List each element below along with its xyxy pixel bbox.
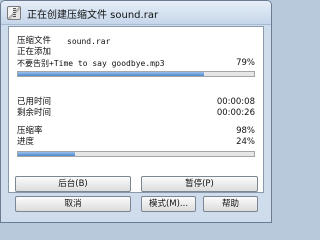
current-file-row: 不要告别+Time to say goodbye.mp3 79% <box>17 58 255 69</box>
archive-name: sound.rar <box>67 37 111 46</box>
overall-label: 进度 <box>17 137 35 147</box>
title-bar[interactable]: 正在创建压缩文件 sound.rar <box>1 1 271 25</box>
current-file-name: 不要告别+Time to say goodbye.mp3 <box>17 59 165 68</box>
elapsed-value: 00:00:08 <box>216 97 255 107</box>
remaining-label: 剩余时间 <box>17 108 52 118</box>
ratio-label: 压缩率 <box>17 126 43 136</box>
window-title: 正在创建压缩文件 sound.rar <box>27 10 159 21</box>
mode-button[interactable]: 模式(M)... <box>141 196 196 212</box>
cancel-button[interactable]: 取消 <box>15 196 131 212</box>
overall-row: 进度 24% <box>17 137 255 148</box>
archive-label: 压缩文件 <box>17 36 52 46</box>
adding-status: 正在添加 <box>17 47 52 57</box>
overall-percent: 24% <box>236 137 255 147</box>
background-button[interactable]: 后台(B) <box>15 176 131 192</box>
ratio-row: 压缩率 98% <box>17 126 255 137</box>
current-file-percent: 79% <box>236 58 255 68</box>
help-button[interactable]: 帮助 <box>203 196 258 212</box>
archive-row: 压缩文件 sound.rar <box>17 36 255 47</box>
progress-panel: 压缩文件 sound.rar 正在添加 不要告别+Time to say goo… <box>8 26 264 193</box>
dialog-window: 正在创建压缩文件 sound.rar 压缩文件 sound.rar 正在添加 不… <box>0 0 272 223</box>
current-file-progress-fill <box>18 72 205 76</box>
current-file-progress-bar <box>17 71 255 77</box>
pause-button[interactable]: 暂停(P) <box>141 176 258 192</box>
ratio-value: 98% <box>236 126 255 136</box>
elapsed-row: 已用时间 00:00:08 <box>17 97 255 108</box>
status-row: 正在添加 <box>17 47 255 58</box>
winrar-archive-icon <box>7 6 21 20</box>
overall-progress-bar <box>17 151 255 157</box>
overall-progress-fill <box>18 152 75 156</box>
elapsed-label: 已用时间 <box>17 97 52 107</box>
remaining-row: 剩余时间 00:00:26 <box>17 108 255 119</box>
remaining-value: 00:00:26 <box>216 108 255 118</box>
